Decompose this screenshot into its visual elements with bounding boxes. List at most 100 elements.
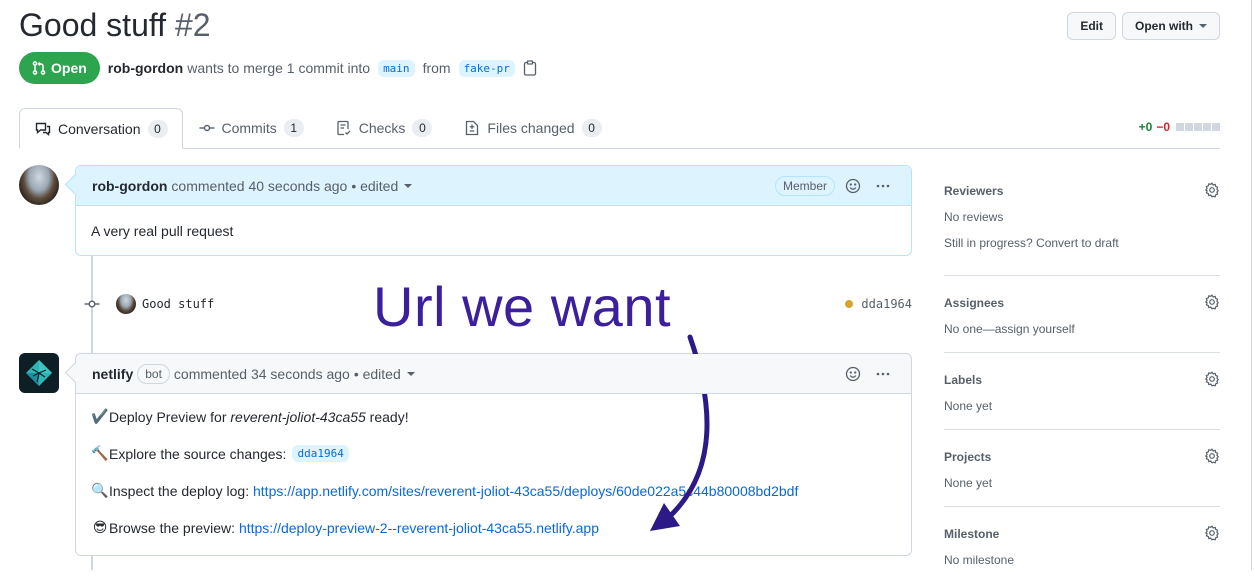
git-pull-request-icon [32, 61, 46, 75]
sidebar-projects-title[interactable]: Projects [944, 448, 1220, 466]
edited-dropdown[interactable]: • edited [351, 177, 413, 194]
preview-text: Browse the preview: [109, 519, 239, 536]
state-badge: Open [19, 52, 100, 84]
convert-to-draft-link[interactable]: Still in progress? Convert to draft [944, 234, 1220, 252]
sidebar-milestone: Milestone No milestone [944, 507, 1220, 584]
check-mark-icon: ✔️ [91, 408, 109, 424]
comment-rob-gordon: rob-gordon commented 40 seconds ago • ed… [75, 165, 912, 256]
edit-button[interactable]: Edit [1067, 12, 1116, 40]
magnifier-icon: 🔍 [91, 482, 109, 498]
checklist-icon [337, 120, 351, 136]
sidebar-labels: Labels None yet [944, 353, 1220, 430]
comment-body: ✔️ Deploy Preview for reverent-joliot-43… [76, 394, 911, 546]
tab-checks[interactable]: Checks 0 [320, 108, 449, 148]
git-commit-icon [84, 300, 100, 308]
pr-tabs: Conversation 0 Commits 1 Checks 0 Files … [19, 108, 1220, 149]
git-commit-icon [199, 124, 214, 132]
sidebar-labels-text: None yet [944, 399, 993, 413]
comment-options-button[interactable] [871, 174, 895, 198]
avatar-netlify[interactable] [19, 353, 59, 393]
open-with-label: Open with [1135, 19, 1193, 33]
header-actions: Edit Open with [1067, 12, 1220, 40]
sidebar-reviewers-title[interactable]: Reviewers [944, 182, 1220, 200]
tab-files-changed-label: Files changed [487, 120, 575, 136]
deploy-log-text: Inspect the deploy log: [109, 482, 253, 499]
smiley-icon [845, 366, 861, 381]
timeline-line [91, 556, 93, 570]
edited-label: • edited [351, 177, 399, 194]
sidebar-projects: Projects None yet [944, 430, 1220, 507]
avatar-rob-gordon[interactable] [19, 165, 59, 205]
comment-netlify: netlify bot commented 34 seconds ago • e… [75, 353, 912, 556]
sidebar-assignees-title[interactable]: Assignees [944, 294, 1220, 312]
state-label: Open [51, 60, 87, 76]
sidebar-milestone-text: No milestone [944, 553, 1015, 567]
tab-checks-label: Checks [358, 120, 406, 136]
diffstat-blocks [1176, 123, 1220, 131]
comment-options-button[interactable] [871, 362, 895, 386]
sidebar-labels-title[interactable]: Labels [944, 371, 1220, 389]
deploy-log-link[interactable]: https://app.netlify.com/sites/reverent-j… [253, 483, 798, 499]
from-text: from [422, 60, 451, 76]
comment-author[interactable]: rob-gordon [92, 178, 167, 194]
sidebar-milestone-title[interactable]: Milestone [944, 525, 1220, 543]
commit-message[interactable]: Good stuff [142, 297, 214, 311]
pr-number: #2 [174, 7, 211, 43]
file-diff-icon [466, 120, 479, 136]
kebab-horizontal-icon [876, 372, 890, 375]
comment-meta[interactable]: commented 40 seconds ago [171, 178, 347, 194]
tab-commits-count: 1 [283, 119, 304, 137]
smiley-icon [845, 178, 861, 193]
pr-title: Good stuff #2 [19, 4, 211, 46]
page-edge-divider [1251, 0, 1252, 570]
commit-status-pending-icon[interactable] [845, 300, 854, 308]
tab-conversation[interactable]: Conversation 0 [19, 108, 183, 149]
sidebar-assignees: Assignees No one—assign yourself [944, 276, 1220, 353]
deploy-log-line: 🔍 Inspect the deploy log: https://app.ne… [91, 472, 896, 509]
tab-commits[interactable]: Commits 1 [183, 108, 320, 148]
deploy-ready-suffix: ready! [365, 408, 409, 425]
deploy-ready-line: ✔️ Deploy Preview for reverent-joliot-43… [91, 398, 896, 435]
projects-gear-icon[interactable] [1204, 448, 1220, 467]
comment-body: A very real pull request [91, 223, 234, 239]
merge-text: wants to merge 1 commit into [187, 60, 371, 76]
reviewers-gear-icon[interactable] [1204, 182, 1220, 201]
caret-down-icon [406, 371, 415, 376]
pr-author-link[interactable]: rob-gordon [108, 60, 183, 76]
commit-sha[interactable]: dda1964 [861, 297, 912, 311]
hammer-icon: 🔨 [91, 445, 109, 461]
comment-header: rob-gordon commented 40 seconds ago • ed… [76, 166, 911, 206]
assign-yourself-link[interactable]: No one—assign yourself [944, 320, 1220, 338]
edited-dropdown[interactable]: • edited [354, 366, 415, 382]
copy-icon[interactable] [523, 60, 537, 76]
tab-commits-label: Commits [221, 120, 277, 136]
add-reaction-button[interactable] [841, 174, 865, 198]
caret-down-icon [1199, 24, 1207, 28]
comment-author[interactable]: netlify [92, 366, 133, 382]
member-badge: Member [774, 175, 835, 196]
sidebar-reviewers-text: No reviews [944, 210, 1004, 224]
assignees-gear-icon[interactable] [1204, 294, 1220, 313]
tab-conversation-label: Conversation [58, 120, 141, 137]
netlify-logo-icon [26, 360, 52, 386]
edit-button-label: Edit [1080, 19, 1103, 33]
deploy-ready-text: Deploy Preview for [109, 408, 231, 425]
base-branch[interactable]: main [378, 59, 415, 77]
kebab-horizontal-icon [876, 184, 890, 187]
sunglasses-icon: 😎 [92, 519, 108, 535]
deploy-preview-link[interactable]: https://deploy-preview-2--reverent-jolio… [239, 520, 599, 536]
labels-gear-icon[interactable] [1204, 371, 1220, 390]
edited-label: • edited [353, 365, 401, 382]
milestone-gear-icon[interactable] [1204, 525, 1220, 544]
add-reaction-button[interactable] [841, 362, 865, 386]
head-branch[interactable]: fake-pr [458, 59, 515, 77]
comment-meta[interactable]: commented 34 seconds ago [174, 366, 350, 382]
site-name: reverent-joliot-43ca55 [230, 408, 366, 425]
commit-author-avatar[interactable] [116, 294, 136, 314]
source-commit-link[interactable]: dda1964 [292, 445, 349, 462]
tab-checks-count: 0 [412, 119, 433, 137]
tab-files-changed-count: 0 [581, 119, 602, 137]
tab-files-changed[interactable]: Files changed 0 [448, 108, 617, 148]
caret-down-icon [404, 183, 413, 188]
open-with-button[interactable]: Open with [1122, 12, 1220, 40]
